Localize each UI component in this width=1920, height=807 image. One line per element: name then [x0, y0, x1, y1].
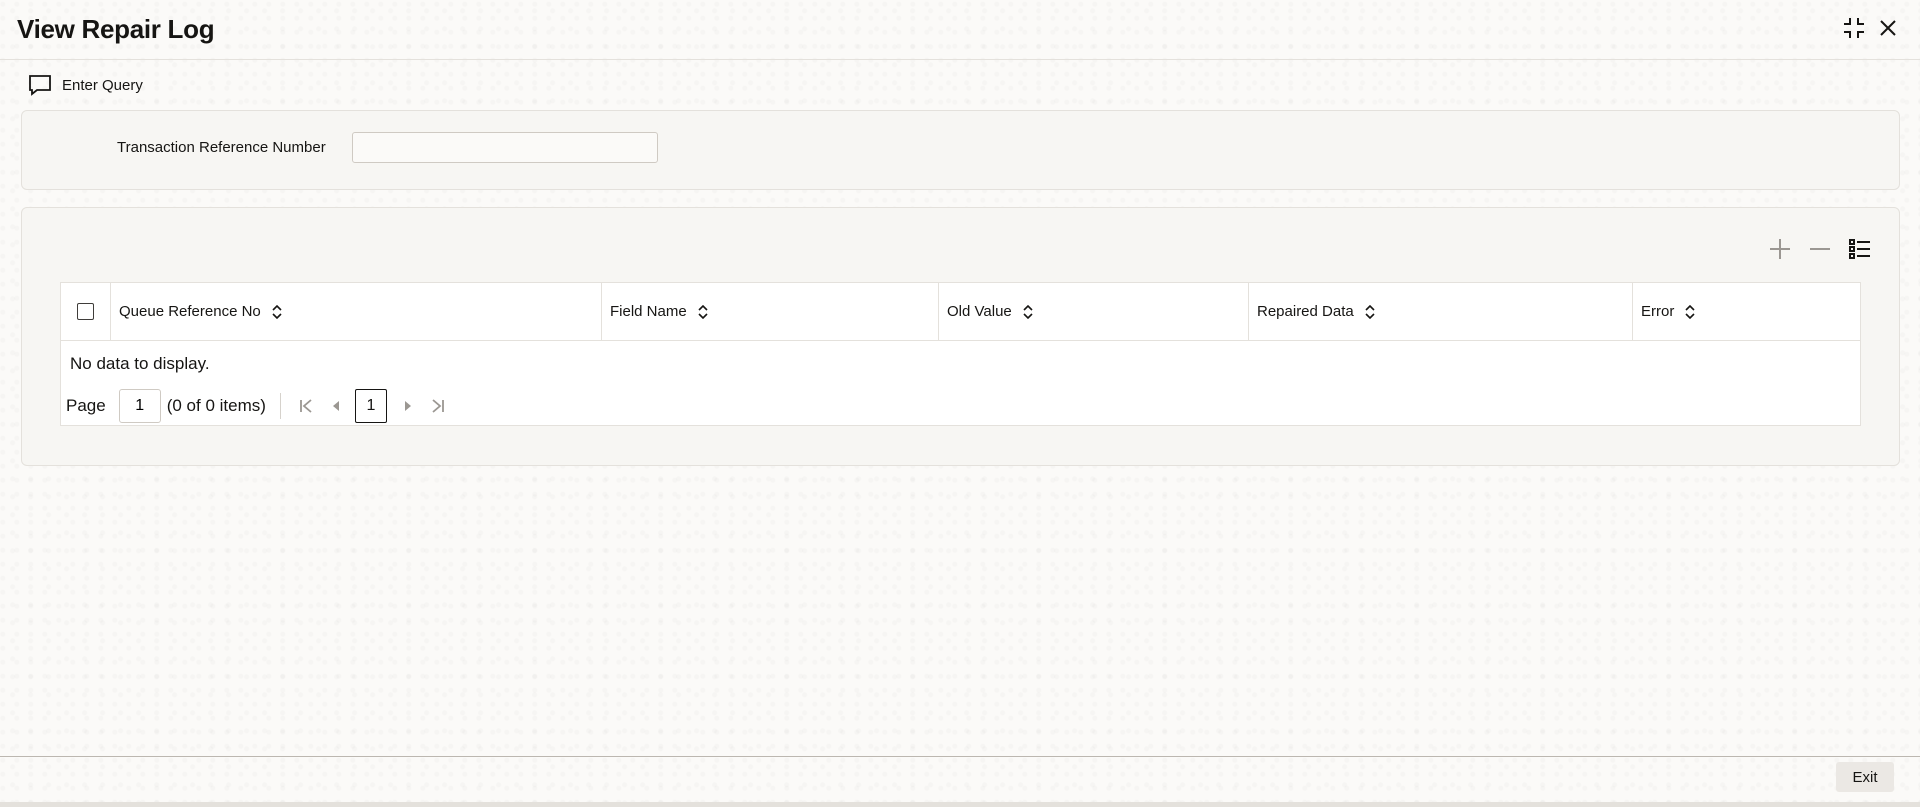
transaction-reference-label: Transaction Reference Number [117, 139, 326, 156]
column-field-name[interactable]: Field Name [601, 283, 938, 340]
repair-log-table: Queue Reference No Field Name Old Value … [60, 282, 1861, 426]
items-count: (0 of 0 items) [166, 396, 266, 415]
first-page-icon[interactable] [293, 393, 319, 419]
grid-toolbar [1767, 236, 1873, 262]
select-all-checkbox[interactable] [77, 303, 94, 320]
sort-icon[interactable] [1022, 304, 1034, 319]
list-icon[interactable] [1847, 236, 1873, 262]
previous-page-icon[interactable] [323, 393, 349, 419]
page-label: Page [66, 396, 106, 415]
column-label: Queue Reference No [119, 303, 261, 320]
collapse-icon[interactable] [1840, 14, 1868, 42]
transaction-reference-input[interactable] [352, 132, 658, 163]
page-title: View Repair Log [17, 14, 215, 44]
column-label: Error [1641, 303, 1675, 320]
remove-icon[interactable] [1807, 236, 1833, 262]
chat-bubble-icon [29, 75, 51, 96]
current-page-button[interactable]: 1 [354, 389, 387, 423]
column-label: Repaired Data [1257, 303, 1354, 320]
footer-strip [0, 802, 1920, 807]
column-old-value[interactable]: Old Value [938, 283, 1248, 340]
column-queue-reference-no[interactable]: Queue Reference No [110, 283, 601, 340]
page-number-input[interactable] [118, 389, 161, 423]
sort-icon[interactable] [1364, 304, 1376, 319]
sort-icon[interactable] [697, 304, 709, 319]
last-page-icon[interactable] [425, 393, 451, 419]
exit-button[interactable]: Exit [1836, 762, 1894, 792]
repair-log-panel: Queue Reference No Field Name Old Value … [21, 207, 1900, 466]
title-bar: View Repair Log [0, 0, 1920, 60]
select-all-cell [61, 283, 110, 340]
column-error[interactable]: Error [1632, 283, 1860, 340]
table-header: Queue Reference No Field Name Old Value … [61, 283, 1860, 341]
sort-icon[interactable] [271, 304, 283, 319]
enter-query-label: Enter Query [62, 76, 143, 94]
column-label: Field Name [610, 303, 687, 320]
next-page-icon[interactable] [395, 393, 421, 419]
sort-icon[interactable] [1684, 304, 1696, 319]
add-icon[interactable] [1767, 236, 1793, 262]
query-panel: Transaction Reference Number [21, 110, 1900, 190]
enter-query-button[interactable]: Enter Query [28, 72, 143, 98]
column-label: Old Value [947, 303, 1012, 320]
pagination: Page (0 of 0 items) 1 [66, 389, 455, 423]
empty-message: No data to display. [70, 354, 210, 373]
column-repaired-data[interactable]: Repaired Data [1248, 283, 1632, 340]
pager-divider [279, 393, 281, 419]
footer-bar: Exit [0, 756, 1920, 807]
close-icon[interactable] [1874, 14, 1902, 42]
